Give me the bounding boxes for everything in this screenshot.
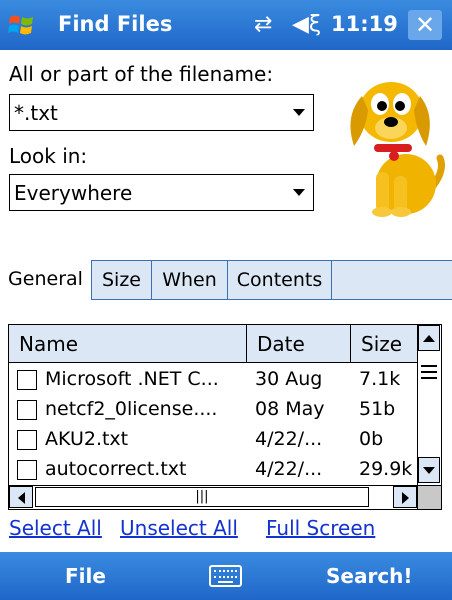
list-item[interactable]: Microsoft .NET C... 30 Aug 7.1k bbox=[9, 365, 417, 395]
filename-value[interactable]: *.txt bbox=[14, 101, 58, 125]
filename-label: All or part of the filename: bbox=[9, 62, 274, 86]
scroll-right-icon bbox=[401, 492, 409, 504]
select-all-link[interactable]: Select All bbox=[9, 516, 102, 540]
scroll-left-icon bbox=[17, 492, 25, 504]
row-checkbox[interactable] bbox=[17, 400, 37, 420]
tab-strip: General Size When Contents bbox=[0, 260, 452, 300]
row-checkbox[interactable] bbox=[17, 430, 37, 450]
column-header-size[interactable]: Size bbox=[351, 325, 419, 363]
file-date: 4/22/... bbox=[255, 428, 323, 450]
list-item[interactable]: autocorrect.txt 4/22/... 29.9k bbox=[9, 455, 417, 483]
list-item[interactable]: netcf2_0license.... 08 May 51b bbox=[9, 395, 417, 425]
dropdown-arrow-icon[interactable] bbox=[293, 189, 305, 196]
filename-combobox[interactable]: *.txt bbox=[9, 94, 314, 131]
file-menu[interactable]: File bbox=[65, 564, 106, 588]
scroll-up-button[interactable] bbox=[418, 325, 440, 351]
tab-when[interactable]: When bbox=[152, 261, 228, 299]
scroll-thumb-grip-icon[interactable] bbox=[421, 365, 437, 379]
scroll-corner bbox=[417, 485, 441, 509]
connectivity-icon[interactable]: ⇄ bbox=[254, 12, 272, 38]
window-title: Find Files bbox=[58, 12, 173, 36]
full-screen-link[interactable]: Full Screen bbox=[266, 516, 375, 540]
file-date: 30 Aug bbox=[255, 368, 323, 390]
keyboard-icon[interactable] bbox=[209, 565, 242, 587]
scroll-thumb-grip-icon[interactable]: ||| bbox=[35, 487, 369, 507]
list-item[interactable]: AKU2.txt 4/22/... 0b bbox=[9, 425, 417, 455]
lookin-value[interactable]: Everywhere bbox=[14, 181, 132, 205]
file-name: Microsoft .NET C... bbox=[45, 368, 219, 390]
lookin-combobox[interactable]: Everywhere bbox=[9, 174, 314, 211]
scroll-left-button[interactable] bbox=[9, 486, 33, 508]
results-list[interactable]: Name Date Size Microsoft .NET C... 30 Au… bbox=[8, 324, 442, 510]
lookin-label: Look in: bbox=[9, 144, 88, 168]
scroll-up-icon bbox=[423, 335, 435, 342]
row-checkbox[interactable] bbox=[17, 370, 37, 390]
file-size: 51b bbox=[359, 398, 396, 420]
tab-general[interactable]: General bbox=[0, 260, 92, 300]
horizontal-scrollbar[interactable]: ||| bbox=[9, 485, 419, 509]
tab-contents[interactable]: Contents bbox=[228, 261, 332, 299]
clock[interactable]: 11:19 bbox=[331, 12, 398, 36]
row-checkbox[interactable] bbox=[17, 460, 37, 480]
file-date: 4/22/... bbox=[255, 458, 323, 480]
tab-size[interactable]: Size bbox=[92, 261, 152, 299]
file-size: 7.1k bbox=[359, 368, 401, 390]
title-bar: Find Files ⇄ ◀ξ 11:19 ✕ bbox=[0, 0, 452, 50]
windows-start-icon[interactable] bbox=[8, 11, 36, 39]
scroll-down-button[interactable] bbox=[418, 457, 440, 483]
unselect-all-link[interactable]: Unselect All bbox=[120, 516, 238, 540]
file-name: netcf2_0license.... bbox=[45, 398, 218, 420]
search-button[interactable]: Search! bbox=[326, 564, 413, 588]
scroll-down-icon bbox=[423, 467, 435, 474]
scroll-right-button[interactable] bbox=[393, 486, 417, 508]
vertical-scrollbar[interactable] bbox=[417, 325, 441, 485]
column-header-date[interactable]: Date bbox=[247, 325, 351, 363]
volume-icon[interactable]: ◀ξ bbox=[292, 12, 321, 38]
dropdown-arrow-icon[interactable] bbox=[293, 109, 305, 116]
column-header-name[interactable]: Name bbox=[9, 325, 247, 363]
close-button[interactable]: ✕ bbox=[408, 10, 442, 40]
file-name: AKU2.txt bbox=[45, 428, 129, 450]
file-size: 0b bbox=[359, 428, 384, 450]
file-size: 29.9k bbox=[359, 458, 413, 480]
file-name: autocorrect.txt bbox=[45, 458, 187, 480]
menu-bar: File Search! bbox=[0, 552, 452, 600]
search-dog-icon bbox=[350, 82, 445, 217]
file-date: 08 May bbox=[255, 398, 325, 420]
